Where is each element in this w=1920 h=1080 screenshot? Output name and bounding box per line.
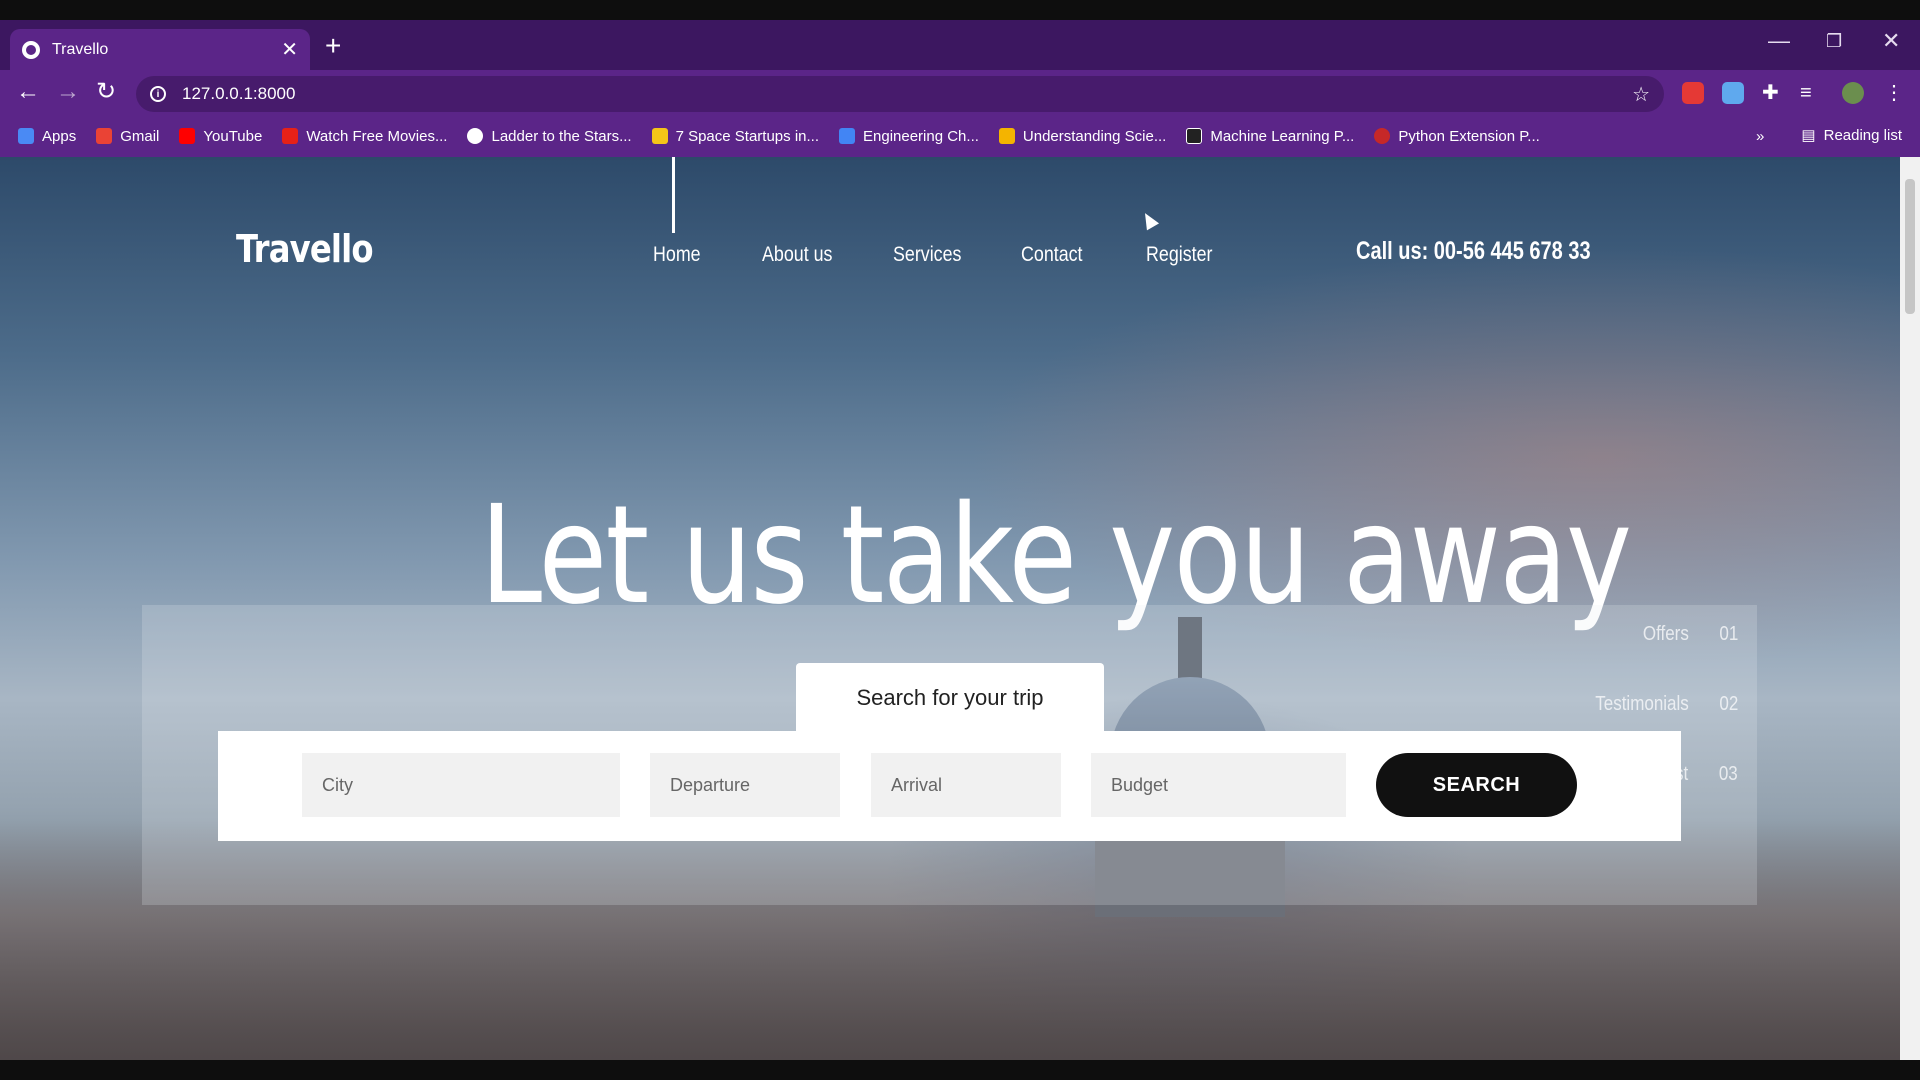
globe-icon bbox=[22, 40, 40, 59]
bookmark-label: Apps bbox=[42, 127, 77, 145]
adblock-icon[interactable] bbox=[1682, 82, 1704, 104]
apps-icon bbox=[18, 128, 34, 144]
bookmark-space[interactable]: 7 Space Startups in... bbox=[651, 127, 819, 145]
site-logo[interactable]: Travello bbox=[236, 227, 374, 271]
search-button[interactable]: SEARCH bbox=[1376, 753, 1577, 817]
bookmark-label: YouTube bbox=[203, 127, 263, 145]
nav-home[interactable]: Home bbox=[653, 243, 701, 267]
bookmark-label: Machine Learning P... bbox=[1210, 127, 1355, 145]
media-icon[interactable]: ≡ bbox=[1800, 82, 1822, 104]
nav-about[interactable]: About us bbox=[762, 243, 832, 267]
window-close-icon[interactable]: ✕ bbox=[1882, 28, 1900, 54]
nav-services[interactable]: Services bbox=[893, 243, 961, 267]
bookmark-engineering[interactable]: Engineering Ch... bbox=[839, 128, 979, 145]
phone-number: Call us: 00-56 445 678 33 bbox=[1356, 237, 1591, 265]
bookmark-label: Ladder to the Stars... bbox=[491, 127, 632, 145]
back-icon[interactable]: ← bbox=[16, 78, 40, 106]
new-tab-icon[interactable]: + bbox=[325, 32, 341, 60]
screen-bottom-border bbox=[0, 1060, 1920, 1080]
bookmark-youtube[interactable]: YouTube bbox=[179, 128, 262, 145]
tab-strip: Travello ✕ + — ❐ ✕ bbox=[0, 20, 1920, 70]
tab-title: Travello bbox=[52, 40, 109, 58]
play-icon bbox=[282, 128, 299, 144]
page-scrollbar[interactable] bbox=[1900, 157, 1920, 1060]
url-text: 127.0.0.1:8000 bbox=[182, 84, 296, 103]
bookmark-python[interactable]: Python Extension P... bbox=[1374, 127, 1540, 145]
bookmark-science[interactable]: Understanding Scie... bbox=[998, 127, 1167, 145]
python-icon bbox=[1374, 128, 1391, 144]
search-tab[interactable]: Search for your trip bbox=[796, 663, 1104, 733]
translate-icon[interactable] bbox=[1722, 82, 1744, 104]
restore-icon[interactable]: ❐ bbox=[1826, 31, 1842, 52]
nav-register[interactable]: Register bbox=[1146, 243, 1212, 267]
site-info-icon[interactable]: i bbox=[150, 86, 166, 102]
departure-input[interactable]: Departure bbox=[650, 753, 840, 817]
arrival-input[interactable]: Arrival bbox=[871, 753, 1061, 817]
nav-contact[interactable]: Contact bbox=[1021, 243, 1083, 267]
browser-chrome: Travello ✕ + — ❐ ✕ ← → ↻ i 127.0.0.1:800… bbox=[0, 20, 1920, 157]
bookmark-label: Watch Free Movies... bbox=[306, 127, 448, 145]
bookmark-gmail[interactable]: Gmail bbox=[96, 128, 159, 145]
bookmark-label: Engineering Ch... bbox=[863, 127, 979, 145]
minimize-icon[interactable]: — bbox=[1768, 28, 1790, 54]
bookmark-label: Understanding Scie... bbox=[1022, 127, 1167, 145]
youtube-icon bbox=[179, 128, 196, 144]
reading-list-label: Reading list bbox=[1823, 126, 1902, 144]
extensions-icon[interactable]: ✚ bbox=[1762, 82, 1784, 104]
gmail-icon bbox=[96, 128, 113, 144]
city-input[interactable]: City bbox=[302, 753, 620, 817]
address-bar[interactable]: i 127.0.0.1:8000 ☆ bbox=[136, 76, 1664, 112]
space-icon bbox=[651, 128, 668, 144]
bookmark-apps[interactable]: Apps bbox=[18, 128, 76, 145]
reading-list-icon: ▤ bbox=[1801, 127, 1816, 144]
bookmark-movies[interactable]: Watch Free Movies... bbox=[282, 128, 447, 145]
bookmark-ladder[interactable]: Ladder to the Stars... bbox=[467, 127, 632, 145]
budget-input[interactable]: Budget bbox=[1091, 753, 1346, 817]
close-tab-icon[interactable]: ✕ bbox=[281, 37, 298, 62]
forward-icon[interactable]: → bbox=[56, 78, 80, 106]
gear-icon bbox=[839, 128, 855, 144]
bookmarks-bar: Apps Gmail YouTube Watch Free Movies... … bbox=[0, 116, 1920, 156]
ml-icon bbox=[1186, 128, 1203, 144]
bookmark-label: Gmail bbox=[120, 127, 160, 145]
bookmark-label: 7 Space Startups in... bbox=[675, 127, 819, 145]
bookmark-star-icon[interactable]: ☆ bbox=[1632, 82, 1650, 107]
nav-indicator-line bbox=[672, 157, 675, 233]
bookmark-ml[interactable]: Machine Learning P... bbox=[1186, 128, 1354, 145]
profile-avatar[interactable] bbox=[1842, 82, 1864, 104]
menu-icon[interactable]: ⋮ bbox=[1884, 82, 1906, 104]
bookmark-label: Python Extension P... bbox=[1398, 127, 1540, 145]
science-icon bbox=[998, 128, 1015, 144]
reload-icon[interactable]: ↻ bbox=[96, 78, 116, 106]
browser-toolbar: ← → ↻ i 127.0.0.1:8000 ☆ ✚ ≡ ⋮ bbox=[0, 70, 1920, 116]
scrollbar-thumb[interactable] bbox=[1905, 179, 1915, 314]
reading-list[interactable]: ▤ Reading list bbox=[1801, 126, 1902, 145]
screen-top-border bbox=[0, 0, 1920, 20]
rocket-icon bbox=[467, 128, 484, 144]
more-bookmarks-icon[interactable]: » bbox=[1756, 128, 1764, 145]
browser-tab[interactable]: Travello ✕ bbox=[10, 29, 310, 70]
